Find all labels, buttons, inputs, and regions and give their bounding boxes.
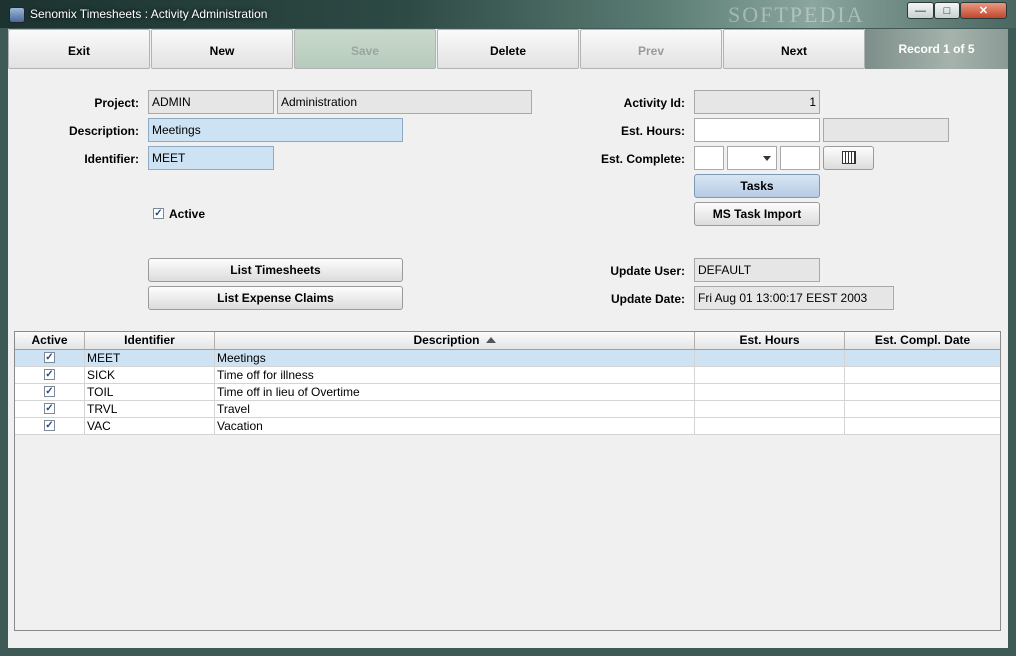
identifier-cell: MEET bbox=[85, 350, 215, 366]
list-timesheets-button[interactable]: List Timesheets bbox=[148, 258, 403, 282]
est-hours-secondary-field bbox=[823, 118, 949, 142]
activity-id-field[interactable]: 1 bbox=[694, 90, 820, 114]
column-header-description[interactable]: Description bbox=[215, 332, 695, 349]
description-label: Description: bbox=[68, 124, 139, 138]
active-label: Active bbox=[169, 207, 206, 221]
identifier-input[interactable]: MEET bbox=[148, 146, 274, 170]
project-code-field[interactable]: ADMIN bbox=[148, 90, 274, 114]
toolbar: Exit New Save Delete Prev Next Record 1 … bbox=[8, 29, 1008, 70]
identifier-cell: VAC bbox=[85, 418, 215, 434]
table-row[interactable]: ✓ VAC Vacation bbox=[15, 418, 1000, 435]
maximize-button[interactable]: □ bbox=[934, 2, 960, 19]
save-button[interactable]: Save bbox=[294, 29, 436, 69]
window-title: Senomix Timesheets : Activity Administra… bbox=[30, 7, 268, 21]
column-header-active[interactable]: Active bbox=[15, 332, 85, 349]
watermark-logo: SOFTPEDIA bbox=[728, 2, 865, 27]
maximize-icon: □ bbox=[943, 5, 951, 17]
identifier-cell: SICK bbox=[85, 367, 215, 383]
est-hours-label: Est. Hours: bbox=[620, 124, 685, 138]
project-name-field[interactable]: Administration bbox=[277, 90, 532, 114]
est-compl-date-cell bbox=[845, 350, 1000, 366]
active-cell[interactable]: ✓ bbox=[15, 384, 85, 400]
est-complete-month-select[interactable] bbox=[727, 146, 777, 170]
update-date-field: Fri Aug 01 13:00:17 EEST 2003 bbox=[694, 286, 894, 310]
identifier-label: Identifier: bbox=[84, 152, 139, 166]
update-date-label: Update Date: bbox=[610, 292, 685, 306]
next-button[interactable]: Next bbox=[723, 29, 865, 69]
est-hours-cell bbox=[695, 367, 845, 383]
row-active-checkbox[interactable]: ✓ bbox=[44, 420, 55, 431]
record-count: Record 1 of 5 bbox=[898, 42, 975, 56]
description-cell: Time off in lieu of Overtime bbox=[215, 384, 695, 400]
est-complete-day-input[interactable] bbox=[694, 146, 724, 170]
close-icon: ✕ bbox=[978, 5, 989, 17]
list-expense-claims-button[interactable]: List Expense Claims bbox=[148, 286, 403, 310]
est-hours-cell bbox=[695, 401, 845, 417]
activity-id-label: Activity Id: bbox=[623, 96, 685, 110]
minimize-icon: — bbox=[915, 5, 926, 17]
ms-task-import-button[interactable]: MS Task Import bbox=[694, 202, 820, 226]
est-compl-date-cell bbox=[845, 384, 1000, 400]
active-cell[interactable]: ✓ bbox=[15, 418, 85, 434]
row-active-checkbox[interactable]: ✓ bbox=[44, 403, 55, 414]
exit-button[interactable]: Exit bbox=[8, 29, 150, 69]
est-complete-year-input[interactable] bbox=[780, 146, 820, 170]
update-user-field: DEFAULT bbox=[694, 258, 820, 282]
close-button[interactable]: ✕ bbox=[960, 2, 1007, 19]
client-area: Exit New Save Delete Prev Next Record 1 … bbox=[8, 29, 1008, 648]
column-header-identifier[interactable]: Identifier bbox=[85, 332, 215, 349]
sort-ascending-icon bbox=[485, 337, 496, 343]
est-compl-date-cell bbox=[845, 418, 1000, 434]
app-window: Senomix Timesheets : Activity Administra… bbox=[0, 0, 1016, 656]
app-icon bbox=[9, 7, 25, 23]
row-active-checkbox[interactable]: ✓ bbox=[44, 352, 55, 363]
identifier-cell: TOIL bbox=[85, 384, 215, 400]
identifier-cell: TRVL bbox=[85, 401, 215, 417]
tasks-button[interactable]: Tasks bbox=[694, 174, 820, 198]
active-cell[interactable]: ✓ bbox=[15, 350, 85, 366]
active-checkbox[interactable]: ✓ bbox=[153, 208, 164, 219]
delete-button[interactable]: Delete bbox=[437, 29, 579, 69]
est-compl-date-cell bbox=[845, 367, 1000, 383]
description-cell: Travel bbox=[215, 401, 695, 417]
row-active-checkbox[interactable]: ✓ bbox=[44, 369, 55, 380]
est-hours-cell bbox=[695, 350, 845, 366]
table-header: Active Identifier Description Est. Hours… bbox=[15, 332, 1000, 350]
chevron-down-icon bbox=[763, 156, 771, 161]
title-bar[interactable]: Senomix Timesheets : Activity Administra… bbox=[0, 0, 1016, 28]
row-active-checkbox[interactable]: ✓ bbox=[44, 386, 55, 397]
record-indicator: Record 1 of 5 bbox=[865, 29, 1008, 69]
est-hours-cell bbox=[695, 384, 845, 400]
est-hours-cell bbox=[695, 418, 845, 434]
minimize-button[interactable]: — bbox=[907, 2, 934, 19]
new-button[interactable]: New bbox=[151, 29, 293, 69]
table-row[interactable]: ✓ TRVL Travel bbox=[15, 401, 1000, 418]
column-header-est-hours[interactable]: Est. Hours bbox=[695, 332, 845, 349]
table-row[interactable]: ✓ SICK Time off for illness bbox=[15, 367, 1000, 384]
active-cell[interactable]: ✓ bbox=[15, 367, 85, 383]
update-user-label: Update User: bbox=[610, 264, 685, 278]
calendar-button[interactable] bbox=[823, 146, 874, 170]
description-cell: Time off for illness bbox=[215, 367, 695, 383]
activities-table: Active Identifier Description Est. Hours… bbox=[14, 331, 1001, 631]
est-complete-label: Est. Complete: bbox=[600, 152, 685, 166]
est-hours-input[interactable] bbox=[694, 118, 820, 142]
description-input[interactable]: Meetings bbox=[148, 118, 403, 142]
calendar-icon bbox=[841, 151, 856, 165]
table-row[interactable]: ✓ TOIL Time off in lieu of Overtime bbox=[15, 384, 1000, 401]
column-header-est-compl-date[interactable]: Est. Compl. Date bbox=[845, 332, 1000, 349]
description-cell: Meetings bbox=[215, 350, 695, 366]
project-label: Project: bbox=[94, 96, 139, 110]
est-compl-date-cell bbox=[845, 401, 1000, 417]
table-row[interactable]: ✓ MEET Meetings bbox=[15, 350, 1000, 367]
prev-button[interactable]: Prev bbox=[580, 29, 722, 69]
column-header-description-label: Description bbox=[413, 333, 480, 347]
active-cell[interactable]: ✓ bbox=[15, 401, 85, 417]
description-cell: Vacation bbox=[215, 418, 695, 434]
